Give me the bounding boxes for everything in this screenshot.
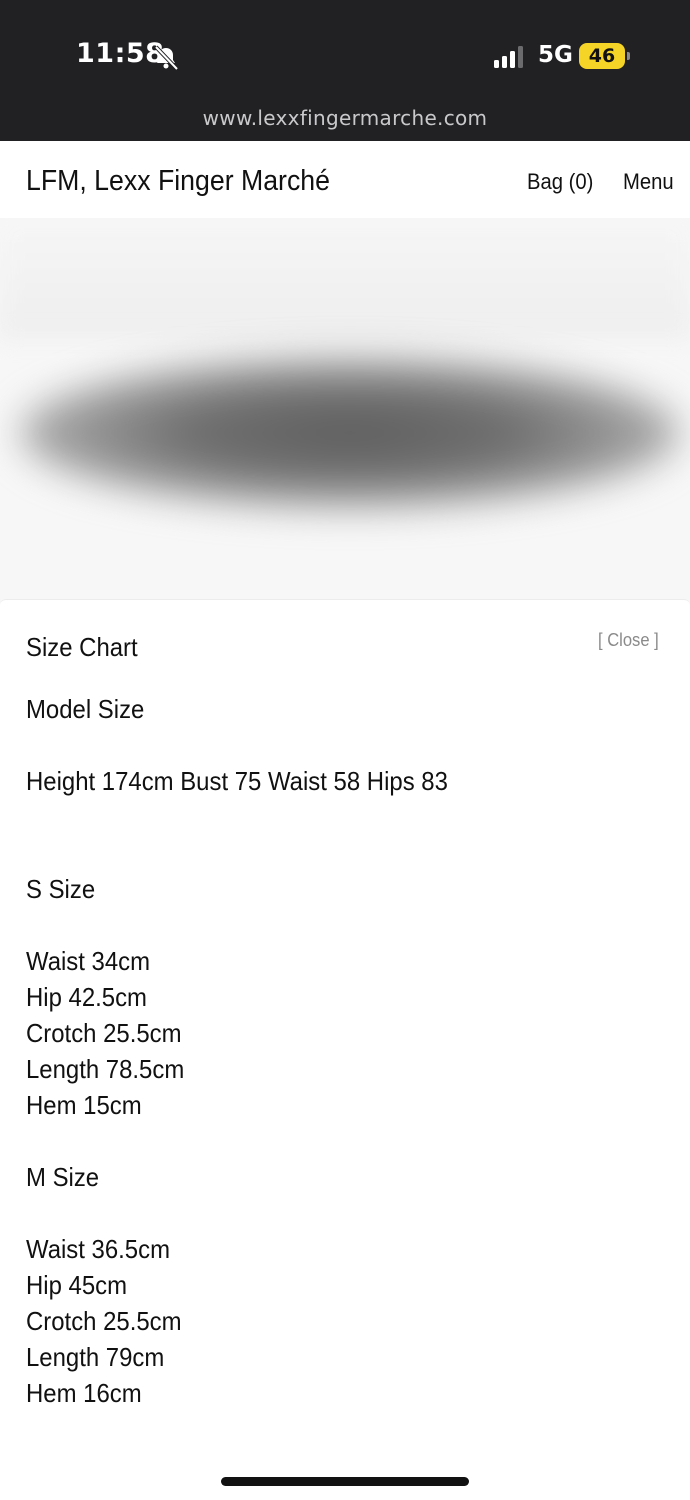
close-button[interactable]: [ Close ] (598, 630, 659, 651)
menu-button[interactable]: Menu (623, 169, 674, 195)
m-size-length: Length 79cm (26, 1342, 165, 1372)
image-blur-top (0, 218, 690, 338)
m-size-waist: Waist 36.5cm (26, 1234, 171, 1264)
bag-link[interactable]: Bag (0) (527, 169, 593, 195)
s-size-crotch: Crotch 25.5cm (26, 1018, 182, 1048)
model-size-heading: Model Size (26, 694, 145, 724)
product-image (0, 218, 690, 608)
m-size-heading: M Size (26, 1162, 100, 1192)
battery-icon: 46 (579, 43, 631, 69)
status-bar: 11:58 5G 46 www.lexxfingermarche.com (0, 0, 690, 141)
brand-logo-link[interactable]: LFM, Lexx Finger Marché (26, 165, 330, 198)
model-size-details: Height 174cm Bust 75 Waist 58 Hips 83 (26, 766, 448, 796)
size-chart-panel: Size Chart [ Close ] Model Size Height 1… (0, 599, 690, 1500)
s-size-hip: Hip 42.5cm (26, 982, 147, 1012)
size-chart-title: Size Chart (26, 632, 138, 662)
url-bar[interactable]: www.lexxfingermarche.com (0, 106, 690, 130)
m-size-hem: Hem 16cm (26, 1378, 142, 1408)
image-blur-band (20, 358, 680, 508)
battery-level: 46 (588, 45, 616, 67)
m-size-crotch: Crotch 25.5cm (26, 1306, 182, 1336)
s-size-heading: S Size (26, 874, 96, 904)
site-header: LFM, Lexx Finger Marché Bag (0) Menu (0, 141, 690, 218)
bell-slash-icon (154, 45, 179, 71)
network-type: 5G (538, 42, 573, 68)
battery-nub (627, 52, 630, 60)
signal-icon (494, 46, 523, 68)
s-size-hem: Hem 15cm (26, 1090, 142, 1120)
home-indicator[interactable] (221, 1477, 469, 1486)
m-size-hip: Hip 45cm (26, 1270, 128, 1300)
s-size-length: Length 78.5cm (26, 1054, 185, 1084)
s-size-waist: Waist 34cm (26, 946, 151, 976)
